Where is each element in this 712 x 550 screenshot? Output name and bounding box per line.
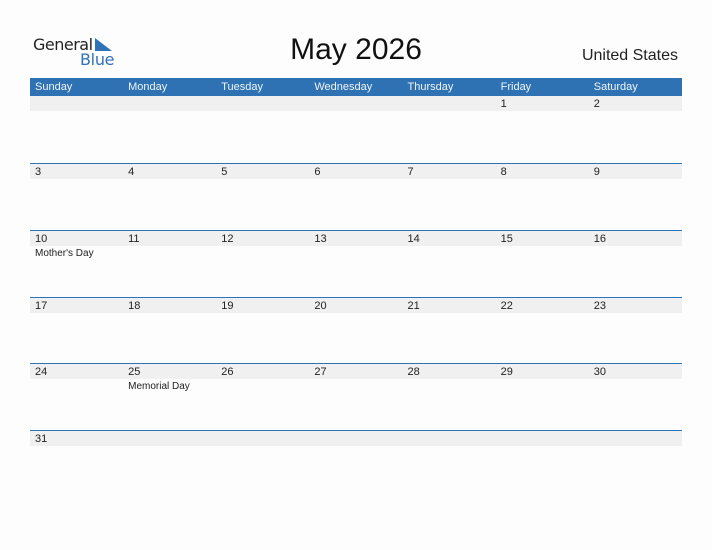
day-cell xyxy=(309,431,402,491)
weekday-tuesday: Tuesday xyxy=(221,81,264,93)
day-cell: 20 xyxy=(309,298,402,358)
day-cell xyxy=(123,96,216,156)
day-cell: 1 xyxy=(496,96,589,156)
day-number: 4 xyxy=(128,166,135,178)
day-number: 3 xyxy=(35,166,42,178)
day-cell xyxy=(403,431,496,491)
day-cell xyxy=(309,96,402,156)
day-cell: 9 xyxy=(589,164,682,224)
weekday-thursday: Thursday xyxy=(407,81,454,93)
holiday-label: Mother's Day xyxy=(35,248,94,259)
week-row: 24 25 Memorial Day 26 27 28 29 30 xyxy=(30,363,682,430)
day-cell: 5 xyxy=(216,164,309,224)
day-cell: 22 xyxy=(496,298,589,358)
day-number: 17 xyxy=(35,300,48,312)
week-row: 3 4 5 6 7 8 9 xyxy=(30,163,682,230)
day-number: 6 xyxy=(314,166,321,178)
day-cell: 21 xyxy=(403,298,496,358)
day-number: 2 xyxy=(593,98,600,110)
day-cell: 11 xyxy=(123,231,216,291)
day-number: 19 xyxy=(221,300,234,312)
day-number: 8 xyxy=(500,166,507,178)
day-number: 25 xyxy=(128,366,141,378)
day-cell: 6 xyxy=(309,164,402,224)
day-cell: 13 xyxy=(309,231,402,291)
week-row: 12 xyxy=(30,95,682,162)
day-cell xyxy=(496,431,589,491)
day-number: 7 xyxy=(407,166,414,178)
day-number: 24 xyxy=(35,366,48,378)
day-cell: 2 xyxy=(589,96,682,156)
day-number: 11 xyxy=(128,233,140,245)
day-number: 28 xyxy=(407,366,420,378)
day-cell: 24 xyxy=(30,364,123,424)
day-cell: 25 Memorial Day xyxy=(123,364,216,424)
day-cell: 31 xyxy=(30,431,123,491)
day-number: 30 xyxy=(593,366,606,378)
day-cell xyxy=(216,96,309,156)
day-cell: 18 xyxy=(123,298,216,358)
weekday-sunday: Sunday xyxy=(35,81,73,93)
day-number: 12 xyxy=(221,233,234,245)
day-number: 15 xyxy=(500,233,513,245)
weekday-friday: Friday xyxy=(500,81,532,93)
day-number: 20 xyxy=(314,300,327,312)
day-cell: 30 xyxy=(589,364,682,424)
day-number: 22 xyxy=(500,300,513,312)
day-cell xyxy=(403,96,496,156)
day-number: 29 xyxy=(500,366,513,378)
day-cell: 15 xyxy=(496,231,589,291)
day-cell: 28 xyxy=(403,364,496,424)
day-cell: 29 xyxy=(496,364,589,424)
holiday-label: Memorial Day xyxy=(128,381,190,392)
week-row: 10 Mother's Day 11 12 13 14 15 16 xyxy=(30,230,682,297)
day-number: 26 xyxy=(221,366,234,378)
day-number: 9 xyxy=(593,166,600,178)
day-number: 21 xyxy=(407,300,420,312)
day-cell: 4 xyxy=(123,164,216,224)
day-cell: 12 xyxy=(216,231,309,291)
day-cell: 10 Mother's Day xyxy=(30,231,123,291)
country-label: United States xyxy=(581,47,678,64)
day-number: 18 xyxy=(128,300,141,312)
day-cell: 7 xyxy=(403,164,496,224)
day-number: 1 xyxy=(500,98,507,110)
day-number: 16 xyxy=(593,233,606,245)
day-number: 10 xyxy=(35,233,48,245)
day-cell: 8 xyxy=(496,164,589,224)
day-cell: 26 xyxy=(216,364,309,424)
weekday-wednesday: Wednesday xyxy=(314,81,373,93)
day-number: 5 xyxy=(221,166,228,178)
day-cell: 17 xyxy=(30,298,123,358)
day-cell: 3 xyxy=(30,164,123,224)
day-number: 13 xyxy=(314,233,327,245)
day-cell: 14 xyxy=(403,231,496,291)
day-cell: 19 xyxy=(216,298,309,358)
day-cell xyxy=(123,431,216,491)
day-cell xyxy=(589,431,682,491)
day-cell xyxy=(216,431,309,491)
day-cell: 27 xyxy=(309,364,402,424)
day-cell: 16 xyxy=(589,231,682,291)
day-number: 23 xyxy=(593,300,606,312)
weekday-header: Sunday Monday Tuesday Wednesday Thursday… xyxy=(30,78,682,96)
day-cell xyxy=(30,96,123,156)
week-row: 17 18 19 20 21 22 23 xyxy=(30,297,682,364)
day-cell: 23 xyxy=(589,298,682,358)
day-number: 31 xyxy=(35,433,48,445)
weekday-saturday: Saturday xyxy=(593,81,638,93)
weekday-monday: Monday xyxy=(128,81,168,93)
day-number: 27 xyxy=(314,366,327,378)
day-number: 14 xyxy=(407,233,420,245)
week-row: 31 xyxy=(30,430,682,497)
